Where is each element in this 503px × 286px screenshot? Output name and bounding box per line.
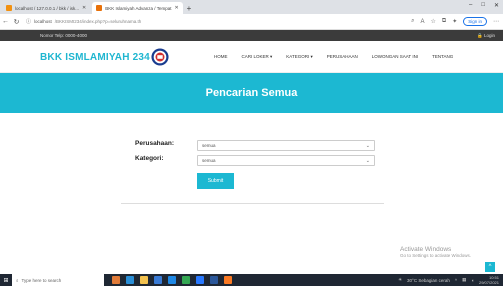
page-title: Pencarian Semua [0,73,503,113]
close-tab-icon[interactable]: ✕ [82,5,86,11]
browser-toolbar: ⌕ A ☆ ⧉ ✦ Sign in ⋯ [411,17,499,26]
window-controls: – □ ✕ [469,2,499,9]
volume-icon[interactable]: ◖ [471,278,474,283]
phone-number: Nomor Telp: 0000-4000 [40,33,87,38]
windows-taskbar: ⊞ ⌕ Type here to search ☀ 30°C Sebagian … [0,274,503,286]
favorites-star-icon[interactable]: ☆ [431,18,436,25]
login-link[interactable]: 🔒 Login [477,33,495,39]
close-tab-icon[interactable]: ✕ [174,5,178,11]
back-arrow-icon[interactable]: ← [0,18,11,25]
company-label: Perusahaan: [135,140,175,147]
watermark-subtitle: Go to Settings to activate Windows. [400,253,472,258]
edge-icon[interactable] [126,276,134,284]
minimize-icon[interactable]: – [469,2,472,9]
nav-perusahaan[interactable]: PERUSAHAAN [327,54,358,60]
weather-icon: ☀ [397,277,403,282]
read-aloud-icon[interactable]: A [421,19,425,25]
store-icon[interactable] [154,276,162,284]
word-icon[interactable] [210,276,218,284]
maximize-icon[interactable]: □ [481,2,485,9]
search-icon: ⌕ [16,277,19,283]
submit-button[interactable]: Submit [197,173,234,189]
chevron-down-icon: ⌄ [365,157,370,164]
activate-windows-watermark: Activate Windows Go to Settings to activ… [400,246,471,258]
new-tab-button[interactable]: + [187,2,192,14]
nav-lowongan-saat-ini[interactable]: LOWONGAN SAAT INI [372,54,418,60]
site-brand[interactable]: BKK ISMLAMIYAH 234 [40,52,150,63]
nav-kategori[interactable]: KATEGORI ▾ [286,54,312,60]
extensions-icon[interactable]: ✦ [452,18,457,25]
browser-tab-bkk[interactable]: BKK Islamiyah Advanza / Tempat ✕ [92,2,183,14]
weather-text[interactable]: 30°C Sebagian cerah [407,278,450,283]
taskbar-clock[interactable]: 10:51 29/07/2021 [479,275,499,285]
address-bar: ← ↻ ⓘ localhost/BKKISMI234/index.php?p=s… [0,14,503,30]
chrome-icon[interactable] [182,276,190,284]
company-select[interactable]: semua ⌄ [197,140,375,151]
signin-button[interactable]: Sign in [463,17,487,26]
url-path: /BKKISMI234/index.php?p=seluruhnama.th [54,19,142,24]
tray-overflow-icon[interactable]: ^ [455,278,457,283]
site-top-strip: Nomor Telp: 0000-4000 🔒 Login [0,30,503,41]
vscode-icon[interactable] [196,276,204,284]
tab-label: localhost / 127.0.0.1 / bkk / isk... [15,5,80,11]
mail-icon[interactable] [168,276,176,284]
info-icon[interactable]: ⓘ [26,18,31,25]
search-placeholder: Type here to search [21,277,62,283]
nav-home[interactable]: HOME [214,54,228,60]
watermark-title: Activate Windows [400,246,452,253]
login-label: Login [483,32,495,38]
company-select-value: semua [202,143,216,148]
main-nav: HOME CARI LOKER ▾ KATEGORI ▾ PERUSAHAAN … [214,54,453,60]
xampp-icon[interactable] [224,276,232,284]
scroll-to-top-button[interactable]: ^ [485,262,495,272]
close-window-icon[interactable]: ✕ [494,2,499,9]
nav-tentang[interactable]: TENTANG [432,54,453,60]
school-logo-icon[interactable] [151,48,169,66]
taskbar-apps [112,276,232,284]
chevron-down-icon: ⌄ [365,142,370,149]
clock-date: 29/07/2021 [478,280,499,285]
browser-tab-bar: localhost / 127.0.0.1 / bkk / isk... ✕ B… [0,0,503,14]
task-view-icon[interactable] [112,276,120,284]
more-menu-icon[interactable]: ⋯ [493,18,499,25]
network-icon[interactable]: ▦ [462,277,466,283]
file-explorer-icon[interactable] [140,276,148,284]
nav-cari-loker[interactable]: CARI LOKER ▾ [242,54,273,60]
category-select[interactable]: semua ⌄ [197,155,375,166]
reload-icon[interactable]: ↻ [11,18,22,26]
zoom-icon[interactable]: ⌕ [411,18,414,25]
category-select-value: semua [202,158,216,163]
tab-label: BKK Islamiyah Advanza / Tempat [105,5,172,11]
windows-start-icon[interactable]: ⊞ [0,274,12,286]
collections-icon[interactable]: ⧉ [442,18,446,25]
category-label: Kategori: [135,155,164,162]
site-favicon-icon [96,5,103,11]
url-field[interactable]: ⓘ localhost/BKKISMI234/index.php?p=selur… [26,18,141,25]
search-form: Perusahaan: semua ⌄ Kategori: semua ⌄ Su… [121,128,384,204]
url-host: localhost [34,19,52,24]
browser-tab-phpmyadmin[interactable]: localhost / 127.0.0.1 / bkk / isk... ✕ [2,2,90,14]
site-header: BKK ISMLAMIYAH 234 HOME CARI LOKER ▾ KAT… [0,41,503,73]
taskbar-search-input[interactable]: ⌕ Type here to search [12,274,104,286]
phpmyadmin-favicon-icon [6,5,12,11]
system-tray: ☀ 30°C Sebagian cerah ^ ▦ ◖ 10:51 29/07/… [398,275,499,285]
